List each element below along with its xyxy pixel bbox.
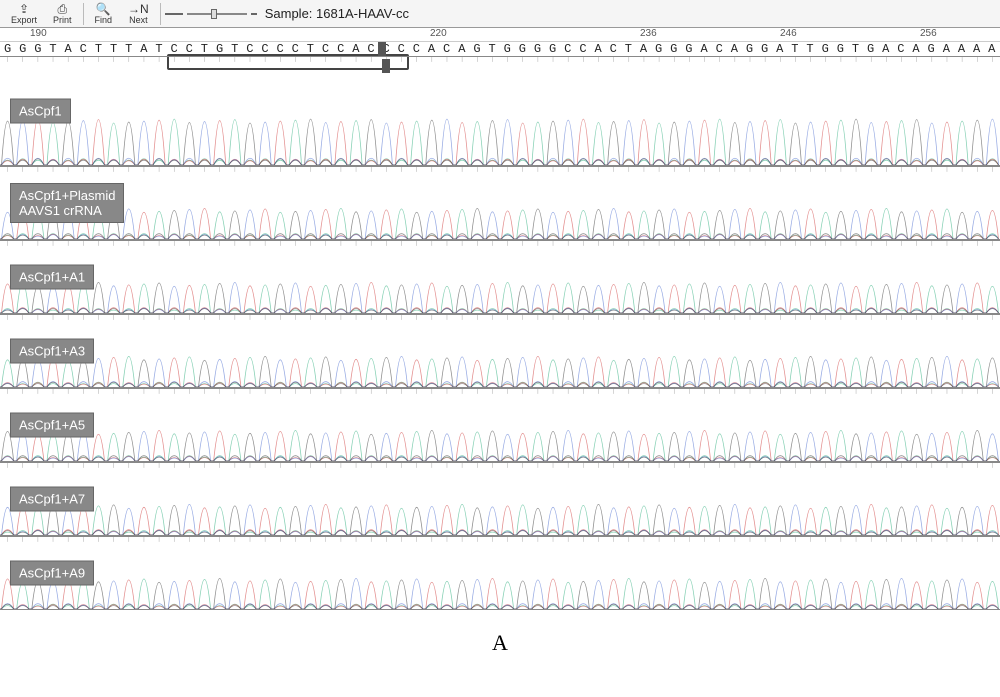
base-letter: T bbox=[848, 42, 863, 56]
base-letter: A bbox=[424, 42, 439, 56]
chromatogram-track[interactable]: AsCpf1+A1 bbox=[0, 240, 1000, 314]
base-letter: T bbox=[121, 42, 136, 56]
base-letter: A bbox=[954, 42, 969, 56]
find-button[interactable]: 🔍Find bbox=[88, 1, 120, 27]
track-label: AsCpf1+A9 bbox=[10, 561, 94, 586]
figure-letter: A bbox=[0, 630, 1000, 656]
base-letter: G bbox=[818, 42, 833, 56]
zoom-slider[interactable] bbox=[165, 13, 257, 15]
export-icon: ⇪ bbox=[19, 3, 29, 15]
zoom-max-icon bbox=[251, 13, 257, 15]
cursor-mark-top bbox=[378, 42, 386, 56]
export-button[interactable]: ⇪Export bbox=[4, 1, 44, 27]
base-letter: A bbox=[969, 42, 984, 56]
slider-thumb[interactable] bbox=[211, 9, 217, 19]
chromatogram-track[interactable]: AsCpf1+A5 bbox=[0, 388, 1000, 462]
base-letter: A bbox=[454, 42, 469, 56]
base-letter: T bbox=[621, 42, 636, 56]
toolbar: ⇪Export ⎙Print 🔍Find →NNext Sample: 1681… bbox=[0, 0, 1000, 28]
base-letter: C bbox=[893, 42, 908, 56]
base-letter: T bbox=[106, 42, 121, 56]
base-letter: G bbox=[833, 42, 848, 56]
base-letter: G bbox=[500, 42, 515, 56]
base-letter: C bbox=[575, 42, 590, 56]
track-label: AsCpf1+Plasmid AAVS1 crRNA bbox=[10, 183, 124, 223]
ruler-tick: 256 bbox=[920, 28, 937, 39]
separator bbox=[160, 3, 161, 25]
base-letter: G bbox=[30, 42, 45, 56]
base-letter: G bbox=[15, 42, 30, 56]
base-letter: G bbox=[0, 42, 15, 56]
base-letter: C bbox=[560, 42, 575, 56]
base-letter: A bbox=[61, 42, 76, 56]
chromatogram-track[interactable]: AsCpf1+A9 bbox=[0, 536, 1000, 610]
base-letter: A bbox=[984, 42, 999, 56]
ruler-tick: 220 bbox=[430, 28, 447, 39]
next-button[interactable]: →NNext bbox=[121, 1, 156, 27]
print-button[interactable]: ⎙Print bbox=[46, 1, 79, 27]
base-letter: T bbox=[802, 42, 817, 56]
base-letter: G bbox=[530, 42, 545, 56]
base-letter: G bbox=[681, 42, 696, 56]
sample-label: Sample: 1681A-HAAV-cc bbox=[265, 6, 409, 21]
base-letter: A bbox=[878, 42, 893, 56]
chromatogram-tracks: AsCpf1 AsCpf1+Plasmid AAVS1 crRNA AsCpf1+A… bbox=[0, 56, 1000, 610]
base-letter: C bbox=[76, 42, 91, 56]
zoom-min-icon bbox=[165, 13, 183, 15]
ruler-tick: 236 bbox=[640, 28, 657, 39]
next-icon: →N bbox=[128, 3, 149, 15]
base-letter: A bbox=[727, 42, 742, 56]
chromatogram-track[interactable]: AsCpf1 bbox=[0, 56, 1000, 166]
print-icon: ⎙ bbox=[57, 3, 67, 15]
base-letter: A bbox=[696, 42, 711, 56]
separator bbox=[83, 3, 84, 25]
base-letter: T bbox=[787, 42, 802, 56]
base-letter: A bbox=[590, 42, 605, 56]
cursor-mark-seq bbox=[382, 59, 390, 73]
base-letter: G bbox=[469, 42, 484, 56]
base-letter: G bbox=[924, 42, 939, 56]
base-letter: A bbox=[939, 42, 954, 56]
chromatogram-track[interactable]: AsCpf1+A3 bbox=[0, 314, 1000, 388]
find-icon: 🔍 bbox=[96, 3, 111, 15]
base-letter: C bbox=[606, 42, 621, 56]
position-ruler: 190 220 236 246 256 bbox=[0, 28, 1000, 42]
base-letter: A bbox=[636, 42, 651, 56]
base-letter: G bbox=[742, 42, 757, 56]
chromatogram-track[interactable]: AsCpf1+A7 bbox=[0, 462, 1000, 536]
base-letter: G bbox=[545, 42, 560, 56]
base-letter: T bbox=[485, 42, 500, 56]
base-letter: G bbox=[515, 42, 530, 56]
base-letter: T bbox=[151, 42, 166, 56]
track-label: AsCpf1+A3 bbox=[10, 339, 94, 364]
ruler-tick: 246 bbox=[780, 28, 797, 39]
base-letter: C bbox=[439, 42, 454, 56]
base-letter: T bbox=[45, 42, 60, 56]
base-letter: T bbox=[91, 42, 106, 56]
base-letter: A bbox=[908, 42, 923, 56]
track-label: AsCpf1+A7 bbox=[10, 487, 94, 512]
slider-track[interactable] bbox=[187, 13, 247, 15]
sequence-row: GGGTACTTTATCCTGTCCCCTCCACCCCACAGTGGGGCCA… bbox=[0, 42, 1000, 56]
base-letter: G bbox=[666, 42, 681, 56]
main-pane: 190 220 236 246 256 GGGTACTTTATCCTGTCCCCTCCA… bbox=[0, 28, 1000, 610]
track-label: AsCpf1+A5 bbox=[10, 413, 94, 438]
base-letter: A bbox=[772, 42, 787, 56]
base-letter: G bbox=[757, 42, 772, 56]
track-label: AsCpf1 bbox=[10, 99, 71, 124]
chromatogram-track[interactable]: AsCpf1+Plasmid AAVS1 crRNA bbox=[0, 166, 1000, 240]
base-letter: C bbox=[712, 42, 727, 56]
base-letter: A bbox=[136, 42, 151, 56]
base-letter: C bbox=[409, 42, 424, 56]
track-label: AsCpf1+A1 bbox=[10, 265, 94, 290]
ruler-tick: 190 bbox=[30, 28, 47, 39]
base-letter: G bbox=[651, 42, 666, 56]
base-letter: G bbox=[863, 42, 878, 56]
